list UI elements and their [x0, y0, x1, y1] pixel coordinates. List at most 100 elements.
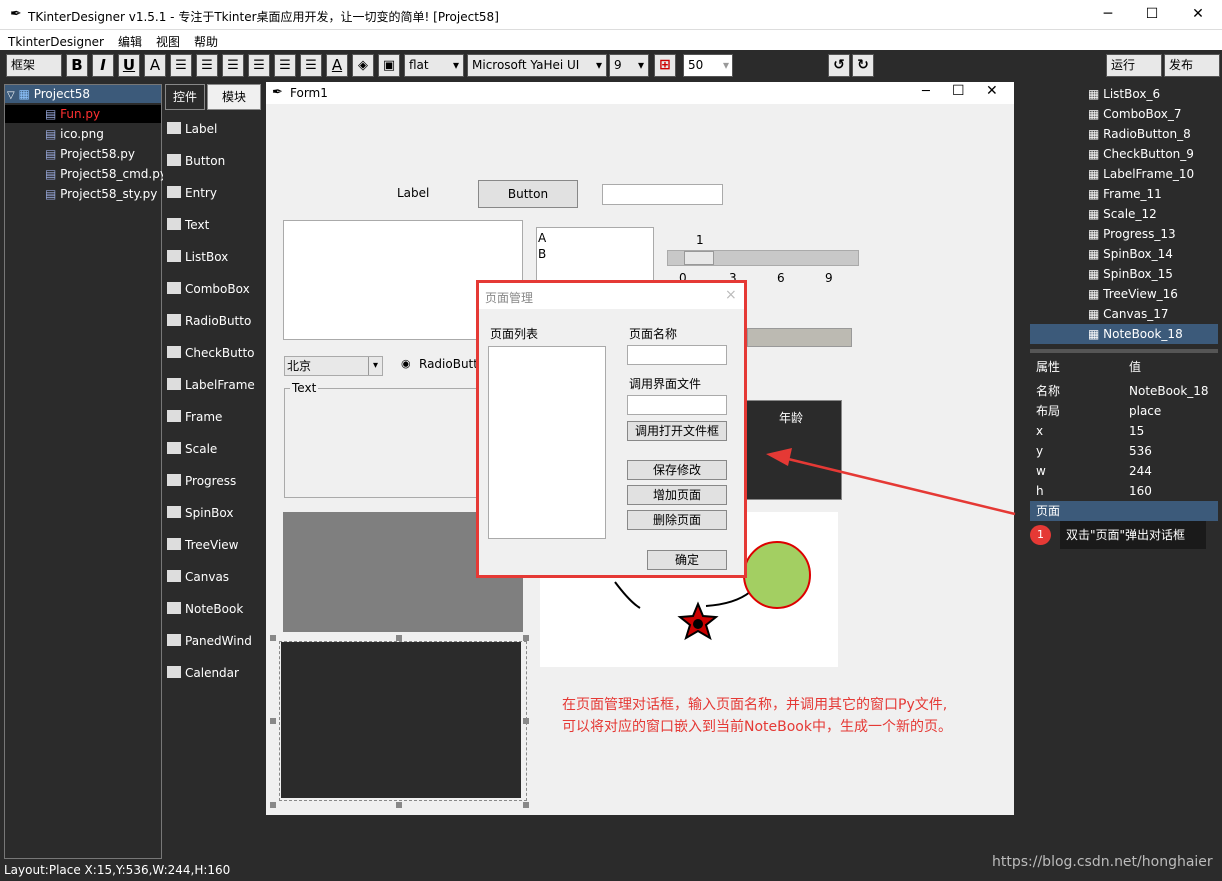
page-file-input[interactable]: [627, 395, 727, 415]
chevron-down-icon[interactable]: ▾: [368, 357, 382, 375]
object-item[interactable]: ▦ SpinBox_15: [1030, 264, 1218, 284]
listbox-item[interactable]: B: [538, 246, 653, 262]
palette-item-radiobutto[interactable]: RadioButto: [167, 310, 259, 332]
palette-item-notebook[interactable]: NoteBook: [167, 598, 259, 620]
grid-icon[interactable]: ⊞: [654, 54, 676, 77]
object-item[interactable]: ▦ Scale_12: [1030, 204, 1218, 224]
object-item[interactable]: ▦ RadioButton_8: [1030, 124, 1218, 144]
palette-item-scale[interactable]: Scale: [167, 438, 259, 460]
object-list[interactable]: ▦ ListBox_6 ▦ ComboBox_7 ▦ RadioButton_8 ▦ …: [1030, 84, 1218, 349]
listbox-item[interactable]: A: [538, 230, 653, 246]
tree-file-item[interactable]: ▤ Fun.py: [5, 105, 161, 123]
run-button[interactable]: 运行: [1106, 54, 1162, 77]
fill-color-icon[interactable]: ◈: [352, 54, 374, 77]
palette-item-treeview[interactable]: TreeView: [167, 534, 259, 556]
palette-item-combobox[interactable]: ComboBox: [167, 278, 259, 300]
form-radiobutton[interactable]: RadioButt: [419, 357, 478, 371]
resize-handle[interactable]: [270, 718, 276, 724]
property-row[interactable]: h 160: [1030, 481, 1218, 501]
page-name-input[interactable]: [627, 345, 727, 365]
object-item[interactable]: ▦ CheckButton_9: [1030, 144, 1218, 164]
object-item[interactable]: ▦ SpinBox_14: [1030, 244, 1218, 264]
redo-icon[interactable]: ↻: [852, 54, 874, 77]
ok-button[interactable]: 确定: [647, 550, 727, 570]
font-select[interactable]: Microsoft YaHei UI ▾: [467, 54, 607, 77]
property-row[interactable]: x 15: [1030, 421, 1218, 441]
tree-file-item[interactable]: ▤ Project58_cmd.py: [5, 165, 167, 183]
object-item[interactable]: ▦ Frame_11: [1030, 184, 1218, 204]
palette-item-text[interactable]: Text: [167, 214, 259, 236]
object-item[interactable]: ▦ ListBox_6: [1030, 84, 1218, 104]
palette-item-frame[interactable]: Frame: [167, 406, 259, 428]
resize-handle[interactable]: [396, 802, 402, 808]
property-row[interactable]: 布局 place: [1030, 401, 1218, 421]
save-page-button[interactable]: 保存修改: [627, 460, 727, 480]
form-minimize-icon[interactable]: ─: [922, 84, 930, 99]
property-panel[interactable]: 属性 值 名称 NoteBook_18 布局 place x 15 y 536 w 244 h 160…: [1030, 355, 1218, 855]
resize-handle[interactable]: [270, 635, 276, 641]
palette-item-button[interactable]: Button: [167, 150, 259, 172]
palette-item-calendar[interactable]: Calendar: [167, 662, 259, 684]
bold-button[interactable]: B: [66, 54, 88, 77]
relief-select[interactable]: flat ▾: [404, 54, 464, 77]
object-item[interactable]: ▦ TreeView_16: [1030, 284, 1218, 304]
publish-button[interactable]: 发布: [1164, 54, 1220, 77]
panel-divider[interactable]: [1030, 349, 1218, 353]
minimize-button[interactable]: ─: [1098, 6, 1118, 22]
property-row[interactable]: y 536: [1030, 441, 1218, 461]
resize-handle[interactable]: [396, 635, 402, 641]
align-middle-icon[interactable]: ☰: [274, 54, 296, 77]
align-bottom-icon[interactable]: ☰: [300, 54, 322, 77]
tree-file-item[interactable]: ▤ Project58_sty.py: [5, 185, 161, 203]
menu-help[interactable]: 帮助: [186, 30, 224, 50]
align-left-icon[interactable]: ☰: [170, 54, 192, 77]
image-icon[interactable]: ▣: [378, 54, 400, 77]
resize-handle[interactable]: [523, 718, 529, 724]
property-value[interactable]: 160: [1129, 481, 1152, 501]
form-scale[interactable]: [667, 250, 859, 266]
property-value[interactable]: 15: [1129, 421, 1144, 441]
palette-item-labelframe[interactable]: LabelFrame: [167, 374, 259, 396]
form-button[interactable]: Button: [478, 180, 578, 208]
form-notebook[interactable]: [281, 642, 521, 798]
property-value[interactable]: NoteBook_18: [1129, 381, 1209, 401]
palette-item-canvas[interactable]: Canvas: [167, 566, 259, 588]
align-right-icon[interactable]: ☰: [222, 54, 244, 77]
align-top-icon[interactable]: ☰: [248, 54, 270, 77]
align-center-icon[interactable]: ☰: [196, 54, 218, 77]
form-label[interactable]: Label: [397, 186, 429, 200]
scale-handle[interactable]: [684, 251, 714, 265]
palette-item-entry[interactable]: Entry: [167, 182, 259, 204]
page-listbox[interactable]: [488, 346, 606, 539]
form-close-icon[interactable]: ✕: [986, 83, 998, 99]
open-file-button[interactable]: 调用打开文件框: [627, 421, 727, 441]
form-entry[interactable]: [602, 184, 723, 205]
project-tree[interactable]: ▽ ▦ Project58 ▤ Fun.py ▤ ico.png ▤ Project…: [4, 84, 167, 859]
tree-root[interactable]: ▽ ▦ Project58: [5, 85, 161, 103]
menu-view[interactable]: 视图: [148, 30, 186, 50]
resize-handle[interactable]: [270, 802, 276, 808]
tab-modules[interactable]: 模块: [207, 84, 261, 110]
property-row[interactable]: w 244: [1030, 461, 1218, 481]
menu-edit[interactable]: 编辑: [110, 30, 148, 50]
form-maximize-icon[interactable]: ☐: [952, 83, 965, 99]
italic-button[interactable]: I: [92, 54, 114, 77]
tab-controls[interactable]: 控件: [165, 84, 205, 110]
property-value[interactable]: 536: [1129, 441, 1152, 461]
maximize-button[interactable]: ☐: [1142, 6, 1162, 22]
property-row[interactable]: 页面: [1030, 501, 1218, 521]
palette-item-spinbox[interactable]: SpinBox: [167, 502, 259, 524]
underline-button[interactable]: U: [118, 54, 140, 77]
palette-item-listbox[interactable]: ListBox: [167, 246, 259, 268]
menu-tkinterdesigner[interactable]: TkinterDesigner: [0, 32, 110, 49]
palette-item-checkbutto[interactable]: CheckButto: [167, 342, 259, 364]
resize-handle[interactable]: [523, 802, 529, 808]
object-item[interactable]: ▦ NoteBook_18: [1030, 324, 1218, 344]
add-page-button[interactable]: 增加页面: [627, 485, 727, 505]
font-size-select[interactable]: 9 ▾: [609, 54, 649, 77]
property-value[interactable]: 244: [1129, 461, 1152, 481]
text-color-icon[interactable]: A: [326, 54, 348, 77]
undo-icon[interactable]: ↺: [828, 54, 850, 77]
form-labelframe[interactable]: Text: [284, 381, 484, 498]
property-row[interactable]: 名称 NoteBook_18: [1030, 381, 1218, 401]
